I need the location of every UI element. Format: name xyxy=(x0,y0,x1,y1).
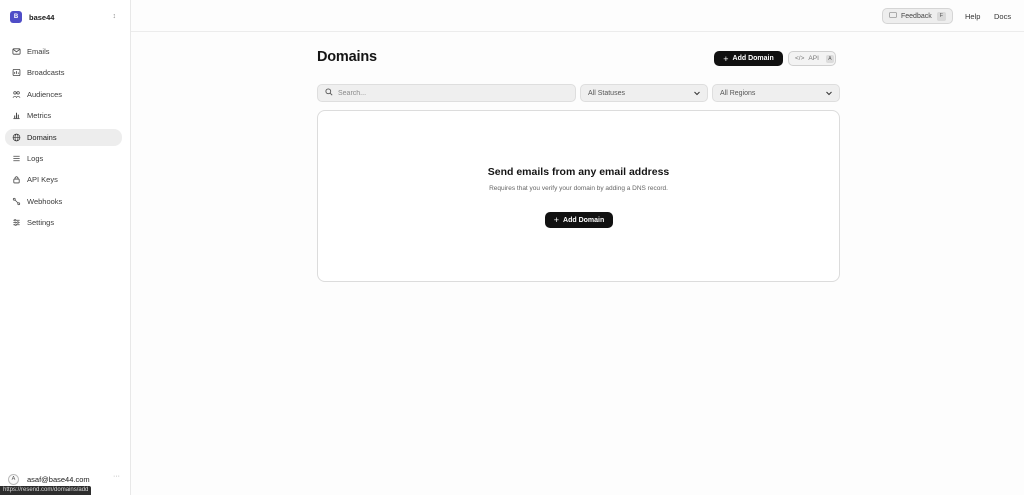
sidebar-item-audiences[interactable]: Audiences xyxy=(5,86,122,103)
audience-icon xyxy=(12,90,21,99)
sidebar-item-emails[interactable]: Emails xyxy=(5,43,122,60)
sidebar-item-label: Metrics xyxy=(27,111,52,121)
sidebar-item-label: Domains xyxy=(27,132,57,142)
search-input[interactable] xyxy=(338,89,558,97)
team-badge: B xyxy=(10,11,22,23)
sidebar-item-label: Webhooks xyxy=(27,196,63,206)
sidebar-item-webhooks[interactable]: Webhooks xyxy=(5,193,122,210)
globe-icon xyxy=(12,133,21,142)
add-domain-button[interactable]: + Add Domain xyxy=(714,51,783,66)
search-field[interactable] xyxy=(317,84,576,102)
empty-state-subtitle: Requires that you verify your domain by … xyxy=(489,185,668,192)
api-shortcut: A xyxy=(825,54,834,63)
feedback-icon xyxy=(889,11,897,21)
team-name: base44 xyxy=(29,12,55,22)
chart-icon xyxy=(12,111,21,120)
api-button[interactable]: </> API A xyxy=(788,51,836,66)
sidebar-item-label: Audiences xyxy=(27,89,63,99)
sidebar-item-label: Broadcasts xyxy=(27,68,65,78)
status-filter-select[interactable]: All Statuses xyxy=(580,84,708,102)
sidebar-item-label: Settings xyxy=(27,218,55,228)
sidebar-item-logs[interactable]: Logs xyxy=(5,150,122,167)
topbar: Feedback F Help Docs xyxy=(131,0,1024,32)
code-icon: </> xyxy=(795,55,805,62)
empty-state-card: Send emails from any email address Requi… xyxy=(317,110,840,282)
user-email: asaf@base44.com xyxy=(27,474,90,484)
sliders-icon xyxy=(12,218,21,227)
user-menu[interactable]: A asaf@base44.com ··· xyxy=(8,473,122,485)
sidebar: B base44 ↕ Emails Broadcasts Audiences M… xyxy=(0,0,131,495)
help-link[interactable]: Help xyxy=(965,12,980,21)
feedback-label: Feedback xyxy=(901,12,932,20)
plus-icon: + xyxy=(723,53,729,64)
sidebar-item-domains[interactable]: Domains xyxy=(5,128,122,146)
more-icon[interactable]: ··· xyxy=(113,473,120,480)
list-icon xyxy=(12,154,21,163)
add-domain-label: Add Domain xyxy=(563,216,605,224)
broadcast-icon xyxy=(12,68,21,77)
avatar: A xyxy=(8,473,19,485)
sidebar-item-settings[interactable]: Settings xyxy=(5,214,122,231)
sidebar-item-metrics[interactable]: Metrics xyxy=(5,107,122,124)
sidebar-item-label: API Keys xyxy=(27,175,58,185)
sidebar-item-broadcasts[interactable]: Broadcasts xyxy=(5,64,122,81)
empty-add-domain-button[interactable]: + Add Domain xyxy=(545,212,613,228)
feedback-button[interactable]: Feedback F xyxy=(882,8,953,24)
webhook-icon xyxy=(12,197,21,206)
sidebar-item-label: Logs xyxy=(27,153,44,163)
sidebar-item-label: Emails xyxy=(27,47,50,56)
sidebar-nav: Emails Broadcasts Audiences Metrics Doma… xyxy=(5,43,122,236)
chevron-up-down-icon[interactable]: ↕ xyxy=(113,11,117,23)
status-bar-url: https://resend.com/domains/add xyxy=(0,486,92,495)
mail-icon xyxy=(12,47,21,56)
region-filter-value: All Regions xyxy=(720,89,756,97)
region-filter-select[interactable]: All Regions xyxy=(712,84,840,102)
add-domain-label: Add Domain xyxy=(732,55,774,62)
plus-icon: + xyxy=(553,215,560,225)
chevron-down-icon xyxy=(694,91,700,96)
sidebar-item-api-keys[interactable]: API Keys xyxy=(5,171,122,188)
team-switcher[interactable]: B base44 ↕ xyxy=(10,10,120,24)
feedback-shortcut: F xyxy=(936,11,946,21)
api-label: API xyxy=(808,55,819,62)
page-title: Domains xyxy=(317,49,377,65)
chevron-down-icon xyxy=(826,91,832,96)
docs-link[interactable]: Docs xyxy=(994,12,1011,21)
empty-state-title: Send emails from any email address xyxy=(487,166,670,178)
status-filter-value: All Statuses xyxy=(588,89,625,97)
lock-icon xyxy=(12,175,21,184)
search-icon xyxy=(325,88,333,98)
